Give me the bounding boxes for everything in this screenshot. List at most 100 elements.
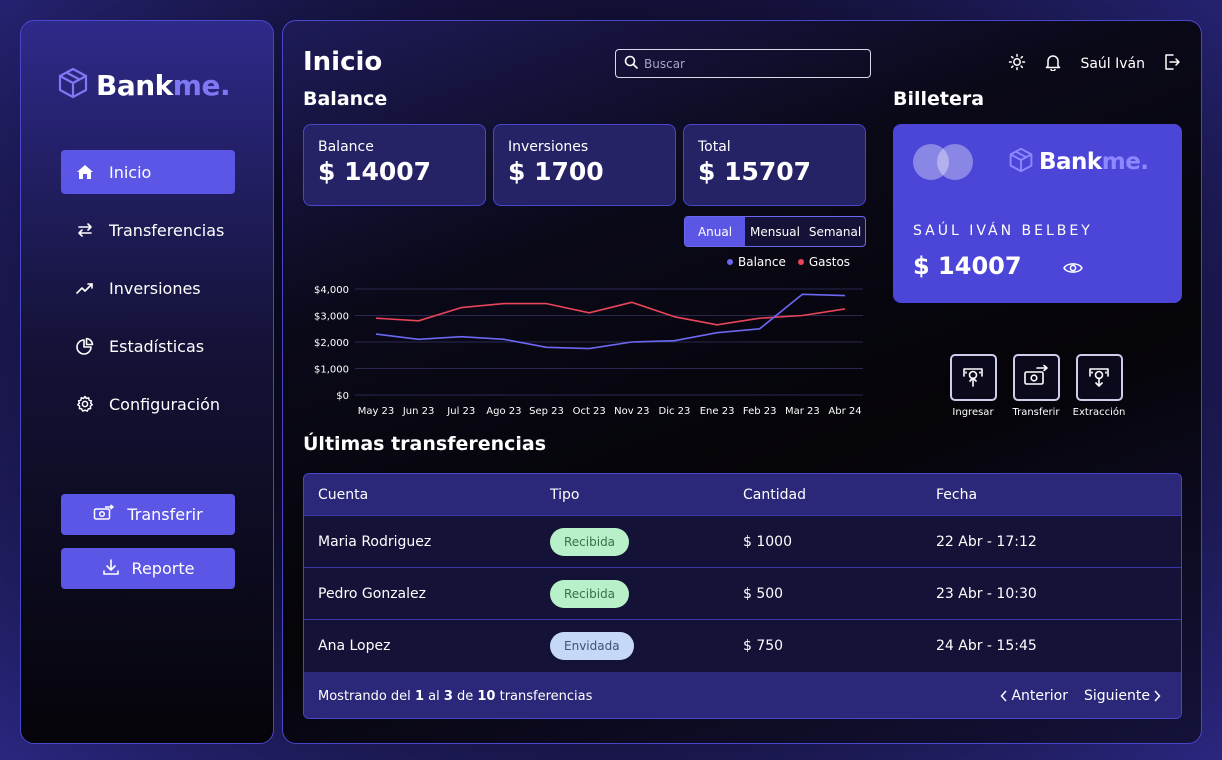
x-tick-label: Abr 24 — [828, 406, 861, 417]
prev-page-button[interactable]: Anterior — [1000, 688, 1068, 704]
y-tick-label: $3,000 — [314, 312, 349, 323]
period-semanal[interactable]: Semanal — [805, 217, 865, 246]
money-transfer-icon — [93, 503, 115, 526]
table-header-row: Cuenta Tipo Cantidad Fecha — [304, 474, 1181, 516]
card-brand-circles-icon — [913, 144, 973, 180]
account-cell: Maria Rodriguez — [318, 533, 432, 550]
stat-label: Inversiones — [508, 139, 589, 155]
x-tick-label: Nov 23 — [614, 406, 649, 417]
wallet-amount: $ 14007 — [913, 252, 1022, 280]
sidebar-item-transferencias[interactable]: Transferencias — [61, 208, 235, 252]
report-button-label: Reporte — [131, 559, 195, 578]
sidebar-item-label: Configuración — [109, 394, 221, 414]
home-icon — [75, 163, 95, 181]
table-row[interactable]: Maria Rodriguez Recibida $ 1000 22 Abr -… — [304, 516, 1181, 568]
deposit-button[interactable] — [949, 354, 997, 401]
amount-cell: $ 750 — [743, 638, 784, 654]
withdraw-button[interactable] — [1075, 354, 1123, 401]
column-header: Tipo — [550, 486, 580, 503]
sun-icon[interactable] — [1008, 53, 1026, 75]
search-input[interactable] — [644, 56, 864, 71]
sidebar-item-estadisticas[interactable]: Estadísticas — [61, 324, 235, 368]
transfer-button-label: Transferir — [127, 505, 203, 524]
x-tick-label: Feb 23 — [743, 406, 777, 417]
wallet-title: Billetera — [893, 88, 985, 110]
status-badge: Recibida — [550, 527, 630, 556]
gear-icon — [75, 395, 95, 413]
stat-card-balance: Balance $ 14007 — [303, 124, 486, 206]
wallet-card: Bankme. SAÚL IVÁN BELBEY $ 14007 — [893, 124, 1182, 303]
stat-card-inversiones: Inversiones $ 1700 — [493, 124, 676, 206]
legend-dot — [727, 259, 733, 265]
stat-value: $ 15707 — [698, 157, 812, 186]
y-tick-label: $4,000 — [314, 285, 349, 296]
legend-label: Balance — [738, 255, 786, 269]
table-row[interactable]: Ana Lopez Envidada $ 750 24 Abr - 15:45 — [304, 620, 1181, 672]
column-header: Fecha — [936, 486, 978, 503]
y-tick-label: $2,000 — [314, 338, 349, 349]
type-cell: Envidada — [536, 632, 729, 660]
brand-logo[interactable]: Bankme. — [58, 67, 231, 103]
wallet-action-ingresar[interactable]: Ingresar — [938, 354, 1008, 418]
stat-card-total: Total $ 15707 — [683, 124, 866, 206]
transfer-action-button[interactable] — [1012, 354, 1060, 401]
wallet-action-transferir[interactable]: Transferir — [1001, 354, 1071, 418]
wallet-action-label: Transferir — [1012, 407, 1060, 418]
y-tick-label: $0 — [336, 391, 349, 402]
cube-icon — [58, 67, 88, 103]
date-cell: 24 Abr - 15:45 — [936, 638, 1037, 654]
type-cell: Recibida — [536, 527, 729, 556]
stat-value: $ 1700 — [508, 157, 604, 186]
pie-chart-icon — [75, 337, 95, 355]
transfers-title: Últimas transferencias — [303, 433, 547, 455]
page-title: Inicio — [303, 47, 383, 77]
transfers-table: Cuenta Tipo Cantidad Fecha Maria Rodrigu… — [303, 473, 1182, 719]
chart-legend: Balance Gastos — [727, 255, 850, 269]
type-cell: Recibida — [536, 579, 729, 608]
table-row[interactable]: Pedro Gonzalez Recibida $ 500 23 Abr - 1… — [304, 568, 1181, 620]
period-mensual[interactable]: Mensual — [745, 217, 805, 246]
x-tick-label: May 23 — [358, 406, 395, 417]
x-tick-label: Ago 23 — [486, 406, 521, 417]
search-box[interactable] — [615, 49, 871, 78]
column-header: Cantidad — [743, 486, 806, 503]
eye-icon[interactable] — [1063, 260, 1083, 279]
account-cell: Ana Lopez — [318, 638, 391, 654]
download-icon — [102, 558, 120, 580]
balance-chart: $4,000 $3,000 $2,000 $1,000 $0 May 23 Jun 23 Ju… — [314, 285, 863, 417]
sidebar-item-inicio[interactable]: Inicio — [61, 150, 235, 194]
trend-up-icon — [75, 279, 95, 297]
series-line-gastos — [375, 301, 846, 326]
logout-icon[interactable] — [1163, 53, 1181, 75]
transfer-icon — [1023, 364, 1049, 392]
topbar-actions: Saúl Iván — [1008, 53, 1181, 75]
bell-icon[interactable] — [1044, 53, 1062, 75]
sidebar-item-label: Inversiones — [109, 278, 201, 298]
sidebar-item-label: Transferencias — [109, 220, 225, 240]
main-panel: Inicio Saúl Iván Balance Balance $ 14007… — [282, 20, 1202, 744]
arrows-icon — [75, 221, 95, 239]
table-footer: Mostrando del 1 al 3 de 10 transferencia… — [304, 672, 1181, 718]
amount-cell: $ 500 — [743, 585, 784, 602]
deposit-icon — [960, 363, 986, 393]
wallet-action-extraccion[interactable]: Extracción — [1064, 354, 1134, 418]
wallet-action-label: Ingresar — [952, 407, 994, 418]
wallet-action-label: Extracción — [1072, 407, 1126, 418]
sidebar-item-label: Estadísticas — [109, 336, 205, 356]
card-holder-name: SAÚL IVÁN BELBEY — [913, 223, 1093, 239]
x-tick-label: Ene 23 — [700, 406, 735, 417]
account-cell: Pedro Gonzalez — [318, 585, 426, 602]
period-anual[interactable]: Anual — [685, 217, 745, 246]
transfer-button[interactable]: Transferir — [61, 494, 235, 535]
search-icon — [624, 54, 638, 73]
chevron-right-icon — [1153, 690, 1161, 702]
prev-page-label: Anterior — [1011, 688, 1068, 704]
sidebar-item-inversiones[interactable]: Inversiones — [61, 266, 235, 310]
amount-cell: $ 1000 — [743, 533, 792, 550]
report-button[interactable]: Reporte — [61, 548, 235, 589]
next-page-button[interactable]: Siguiente — [1084, 688, 1161, 704]
sidebar-item-configuracion[interactable]: Configuración — [61, 382, 235, 426]
balance-title: Balance — [303, 88, 388, 110]
legend-item-gastos: Gastos — [797, 255, 850, 269]
user-name[interactable]: Saúl Iván — [1080, 56, 1145, 72]
